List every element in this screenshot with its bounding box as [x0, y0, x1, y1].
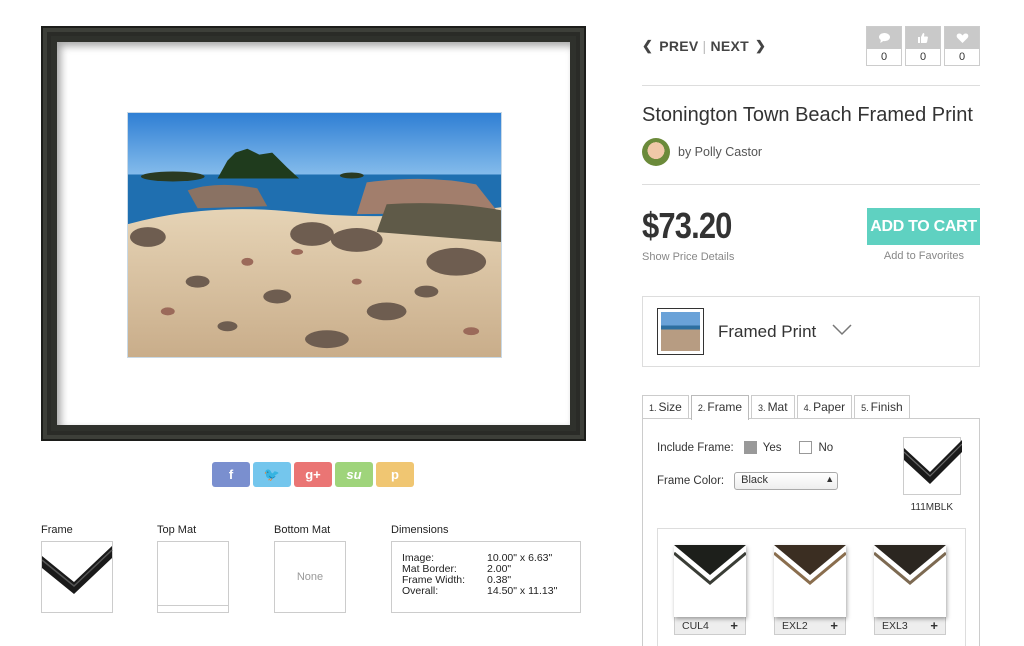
tab-size[interactable]: 1. Size	[642, 395, 689, 419]
frame-detail-label: Frame	[41, 524, 73, 536]
frame-detail-swatch	[41, 541, 113, 613]
divider	[642, 85, 980, 86]
product-thumbnail	[657, 308, 704, 355]
add-icon[interactable]: +	[730, 618, 738, 633]
top-mat-detail: Top Mat	[157, 524, 229, 613]
tab-finish[interactable]: 5. Finish	[854, 395, 910, 419]
comment-counter[interactable]: 0	[866, 26, 902, 66]
dimensions-box: Image: 10.00" x 6.63" Mat Border: 2.00" Fr…	[391, 541, 581, 613]
frame-options-grid: CUL4 + EXL2 + EXL3 +	[657, 528, 966, 646]
googleplus-share-button[interactable]: g+	[294, 462, 332, 487]
frame-color-row: Frame Color: Black ▲	[657, 472, 839, 490]
include-frame-label: Include Frame:	[657, 441, 734, 454]
bottom-mat-detail: Bottom Mat None	[274, 524, 346, 613]
frame-option-code: CUL4	[682, 619, 709, 632]
next-link[interactable]: NEXT	[710, 38, 749, 54]
bottom-mat-value: None	[296, 571, 324, 583]
mat	[57, 42, 570, 425]
include-frame-yes-label: Yes	[762, 441, 782, 454]
show-price-details-link[interactable]: Show Price Details	[642, 251, 734, 263]
pinterest-icon: p	[391, 467, 399, 482]
selected-frame-swatch	[903, 437, 963, 495]
product-type-selector[interactable]: Framed Print	[642, 296, 980, 367]
artist-avatar[interactable]	[642, 138, 670, 166]
heart-icon	[945, 27, 979, 49]
stumbleupon-icon: su	[346, 467, 362, 482]
frame-option-code: EXL3	[882, 619, 908, 632]
frame-option[interactable]: CUL4 +	[674, 545, 746, 635]
include-frame-no-checkbox[interactable]	[799, 441, 813, 454]
like-counter[interactable]: 0	[905, 26, 941, 66]
product-price: $73.20	[642, 205, 732, 246]
frame-option[interactable]: EXL2 +	[774, 545, 846, 635]
social-share-bar: f 🐦 g+ su p	[212, 462, 414, 487]
googleplus-icon: g+	[305, 467, 321, 482]
tab-frame[interactable]: 2. Frame	[690, 395, 750, 420]
chevron-down-icon	[832, 323, 852, 341]
selected-frame-code: 111MBLK	[910, 502, 953, 513]
stumbleupon-share-button[interactable]: su	[335, 462, 373, 487]
prev-link[interactable]: PREV	[659, 38, 698, 54]
pinterest-share-button[interactable]: p	[376, 462, 414, 487]
tab-paper[interactable]: 4. Paper	[796, 395, 853, 419]
frame-color-value: Black	[741, 474, 769, 486]
dimensions-label: Dimensions	[391, 524, 449, 536]
artist-byline: by Polly Castor	[642, 138, 762, 166]
frame-color-select[interactable]: Black ▲	[734, 472, 839, 490]
favorite-count: 0	[958, 51, 966, 63]
facebook-share-button[interactable]: f	[212, 462, 250, 487]
include-frame-yes-checkbox[interactable]	[743, 441, 757, 454]
add-to-cart-button[interactable]: ADD TO CART	[867, 208, 980, 245]
frame-option-image	[874, 545, 946, 617]
frame-detail: Frame	[41, 524, 113, 613]
artwork-photo	[127, 112, 502, 358]
twitter-share-button[interactable]: 🐦	[253, 462, 291, 487]
frame-option-code: EXL2	[782, 619, 808, 632]
frame-option-image	[774, 545, 846, 617]
like-count: 0	[919, 51, 927, 63]
divider	[642, 184, 980, 185]
add-to-favorites-link[interactable]: Add to Favorites	[884, 250, 964, 262]
comment-count: 0	[880, 51, 888, 63]
framed-artwork-preview	[41, 26, 586, 441]
include-frame-no-label: No	[818, 441, 834, 454]
frame-options-panel: Include Frame: Yes No Frame Color: Black…	[642, 418, 980, 646]
frame-corner-icon	[41, 546, 113, 594]
top-mat-label: Top Mat	[157, 524, 197, 536]
product-type-label: Framed Print	[718, 321, 817, 341]
chevron-right-icon: ❯	[755, 38, 767, 53]
dimensions-detail: Dimensions Image: 10.00" x 6.63" Mat Bord…	[391, 524, 581, 613]
select-arrows-icon: ▲	[825, 474, 835, 484]
tab-mat[interactable]: 3. Mat	[751, 395, 795, 419]
facebook-icon: f	[228, 467, 234, 482]
frame-color-label: Frame Color:	[657, 475, 725, 487]
dimension-row: Overall: 14.50" x 11.13"	[402, 585, 558, 597]
include-frame-row: Include Frame: Yes No	[657, 441, 833, 454]
bottom-mat-label: Bottom Mat	[274, 524, 331, 536]
options-tabs: 1. Size 2. Frame 3. Mat 4. Paper 5. Finish	[642, 395, 910, 420]
frame-corner-icon	[903, 440, 963, 484]
twitter-icon: 🐦	[263, 466, 281, 482]
artist-name[interactable]: by Polly Castor	[678, 145, 762, 159]
bottom-mat-swatch: None	[274, 541, 346, 613]
frame-option[interactable]: EXL3 +	[874, 545, 946, 635]
top-mat-swatch	[157, 541, 229, 613]
chevron-left-icon: ❮	[642, 38, 654, 53]
product-title: Stonington Town Beach Framed Print	[642, 104, 973, 126]
frame-option-image	[674, 545, 746, 617]
add-icon[interactable]: +	[830, 618, 838, 633]
favorite-counter[interactable]: 0	[944, 26, 980, 66]
engagement-counters: 0 0 0	[866, 26, 980, 66]
comment-icon	[867, 27, 901, 49]
artwork-nav: ❮ PREV | NEXT ❯	[642, 38, 767, 54]
beach-image	[128, 113, 501, 357]
thumbs-up-icon	[906, 27, 940, 49]
add-icon[interactable]: +	[930, 618, 938, 633]
